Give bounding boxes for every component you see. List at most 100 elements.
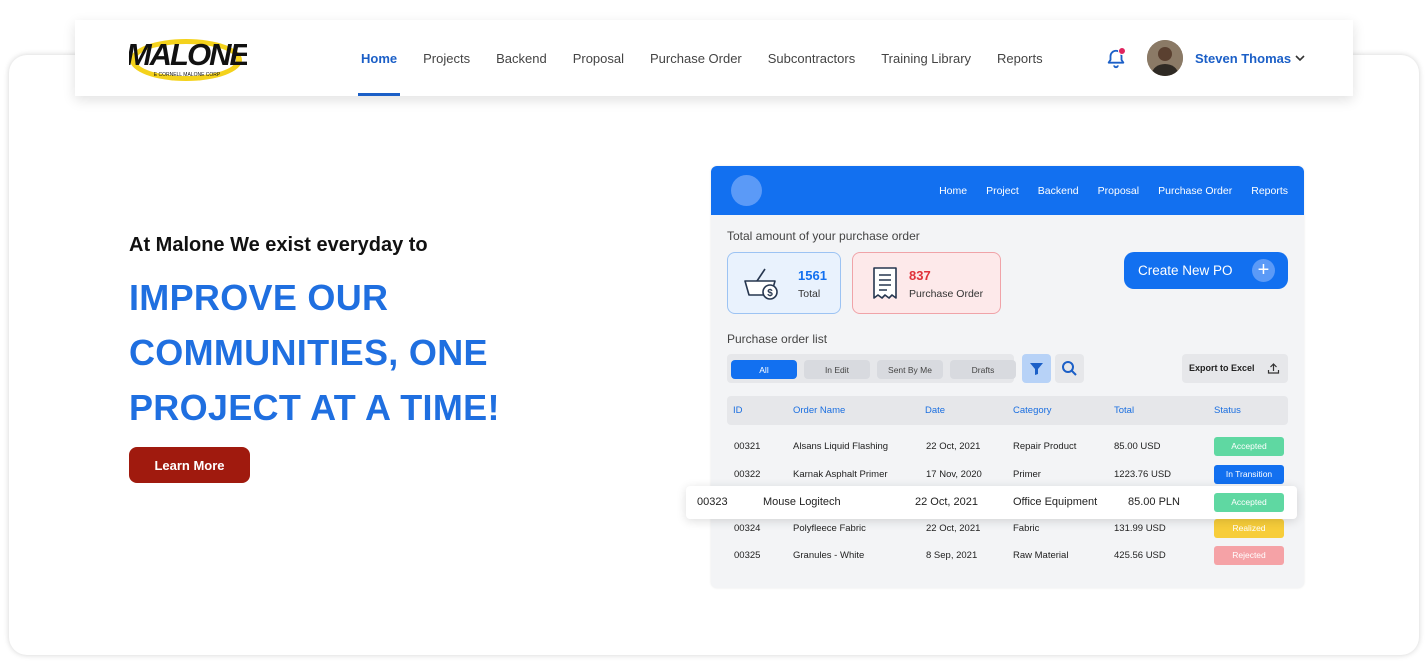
mockup-nav-home[interactable]: Home: [939, 185, 967, 197]
col-id[interactable]: ID: [733, 405, 743, 416]
mockup-logo: [731, 175, 762, 206]
cell-category: Repair Product: [1013, 441, 1077, 452]
cell-id: 00321: [734, 441, 761, 452]
cell-name: Karnak Asphalt Primer: [793, 469, 888, 480]
stat-purchase-order-card: 837 Purchase Order: [852, 252, 1001, 314]
chevron-down-icon[interactable]: [1293, 51, 1307, 65]
status-badge: Realized: [1214, 519, 1284, 538]
cell-id: 00323: [697, 496, 728, 508]
cell-name: Mouse Logitech: [763, 496, 841, 508]
cell-total: 85.00 PLN: [1128, 496, 1180, 508]
receipt-icon: [873, 267, 897, 299]
search-button[interactable]: [1055, 354, 1084, 383]
cell-category: Fabric: [1013, 523, 1040, 534]
search-icon: [1062, 361, 1077, 376]
cell-id: 00324: [734, 523, 761, 534]
top-navbar: MALONE E CORNELL MALONE CORP Home Projec…: [75, 20, 1353, 96]
list-label: Purchase order list: [727, 332, 828, 346]
cell-date: 17 Nov, 2020: [926, 469, 982, 480]
table-header: ID Order Name Date Category Total Status: [727, 396, 1288, 425]
col-order-name[interactable]: Order Name: [793, 405, 845, 416]
nav-item-backend[interactable]: Backend: [496, 20, 547, 96]
create-po-label: Create New PO: [1138, 263, 1233, 278]
filter-all[interactable]: All: [731, 360, 797, 379]
mockup-nav: Home Project Backend Proposal Purchase O…: [920, 166, 1288, 215]
cell-date: 22 Oct, 2021: [926, 441, 981, 452]
cell-name: Alsans Liquid Flashing: [793, 441, 889, 452]
mockup-nav-project[interactable]: Project: [986, 185, 1019, 197]
malone-logo[interactable]: MALONE E CORNELL MALONE CORP: [129, 34, 247, 84]
filter-icon: [1030, 363, 1043, 375]
upload-icon: [1267, 363, 1280, 374]
filter-button[interactable]: [1022, 354, 1051, 383]
cell-category: Primer: [1013, 469, 1041, 480]
stat-total-label: Total: [798, 288, 821, 300]
filter-sent-by-me[interactable]: Sent By Me: [877, 360, 943, 379]
table-row[interactable]: 00321 Alsans Liquid Flashing 22 Oct, 202…: [727, 434, 1288, 460]
cell-total: 131.99 USD: [1114, 523, 1166, 534]
avatar[interactable]: [1147, 40, 1183, 76]
cell-category: Raw Material: [1013, 550, 1069, 561]
stat-po-value: 837: [909, 268, 931, 283]
highlighted-table-row[interactable]: 00323 Mouse Logitech 22 Oct, 2021 Office…: [686, 486, 1297, 519]
logo-text: MALONE: [129, 37, 247, 72]
learn-more-button[interactable]: Learn More: [129, 447, 250, 483]
cell-date: 8 Sep, 2021: [926, 550, 978, 561]
cell-date: 22 Oct, 2021: [915, 496, 978, 508]
dashboard-mockup: Home Project Backend Proposal Purchase O…: [711, 166, 1304, 588]
col-status[interactable]: Status: [1214, 405, 1241, 416]
mockup-nav-purchase-order[interactable]: Purchase Order: [1158, 185, 1232, 197]
mockup-nav-proposal[interactable]: Proposal: [1098, 185, 1139, 197]
hero-headline: IMPROVE OUR COMMUNITIES, ONE PROJECT AT …: [129, 270, 500, 435]
hero-tagline: At Malone We exist everyday to: [129, 234, 428, 256]
cell-total: 425.56 USD: [1114, 550, 1166, 561]
stat-po-label: Purchase Order: [909, 288, 984, 300]
cell-category: Office Equipment: [1013, 496, 1098, 508]
status-badge: In Transition: [1214, 465, 1284, 484]
cell-date: 22 Oct, 2021: [926, 523, 981, 534]
summary-label: Total amount of your purchase order: [727, 229, 920, 243]
filter-tabs: All In Edit Sent By Me Drafts: [727, 354, 1016, 383]
mockup-nav-backend[interactable]: Backend: [1038, 185, 1079, 197]
avatar-image: [1147, 40, 1183, 76]
cell-total: 85.00 USD: [1114, 441, 1161, 452]
col-total[interactable]: Total: [1114, 405, 1134, 416]
cell-id: 00325: [734, 550, 761, 561]
cell-name: Polyfleece Fabric: [793, 523, 866, 534]
mockup-nav-reports[interactable]: Reports: [1251, 185, 1288, 197]
notification-button[interactable]: [1105, 47, 1127, 70]
cell-total: 1223.76 USD: [1114, 469, 1172, 480]
col-category[interactable]: Category: [1013, 405, 1052, 416]
mockup-header: Home Project Backend Proposal Purchase O…: [711, 166, 1304, 215]
stat-total-value: 1561: [798, 268, 827, 283]
headline-line: COMMUNITIES, ONE: [129, 332, 488, 373]
stat-total-card: $ 1561 Total: [727, 252, 841, 314]
status-badge: Accepted: [1214, 493, 1284, 512]
table-row[interactable]: 00324 Polyfleece Fabric 22 Oct, 2021 Fab…: [727, 516, 1288, 542]
nav-item-projects[interactable]: Projects: [423, 20, 470, 96]
headline-line: PROJECT AT A TIME!: [129, 387, 500, 428]
status-badge: Accepted: [1214, 437, 1284, 456]
notification-dot: [1118, 47, 1126, 55]
create-new-po-button[interactable]: Create New PO +: [1124, 252, 1288, 289]
table-row[interactable]: 00322 Karnak Asphalt Primer 17 Nov, 2020…: [727, 462, 1288, 488]
logo-subtext: E CORNELL MALONE CORP: [154, 72, 221, 78]
table-row[interactable]: 00325 Granules - White 8 Sep, 2021 Raw M…: [727, 543, 1288, 569]
status-badge: Rejected: [1214, 546, 1284, 565]
col-date[interactable]: Date: [925, 405, 945, 416]
nav-item-proposal[interactable]: Proposal: [573, 20, 624, 96]
export-excel-button[interactable]: Export to Excel: [1182, 354, 1288, 383]
svg-text:$: $: [767, 288, 773, 299]
user-name[interactable]: Steven Thomas: [1195, 51, 1291, 66]
nav-item-home[interactable]: Home: [357, 20, 401, 96]
nav-item-reports[interactable]: Reports: [997, 20, 1043, 96]
nav-item-purchase-order[interactable]: Purchase Order: [650, 20, 742, 96]
headline-line: IMPROVE OUR: [129, 277, 389, 318]
main-nav: Home Projects Backend Proposal Purchase …: [357, 20, 1069, 96]
plus-icon: +: [1252, 259, 1275, 282]
filter-drafts[interactable]: Drafts: [950, 360, 1016, 379]
filter-in-edit[interactable]: In Edit: [804, 360, 870, 379]
cell-id: 00322: [734, 469, 761, 480]
nav-item-subcontractors[interactable]: Subcontractors: [768, 20, 855, 96]
nav-item-training-library[interactable]: Training Library: [881, 20, 971, 96]
